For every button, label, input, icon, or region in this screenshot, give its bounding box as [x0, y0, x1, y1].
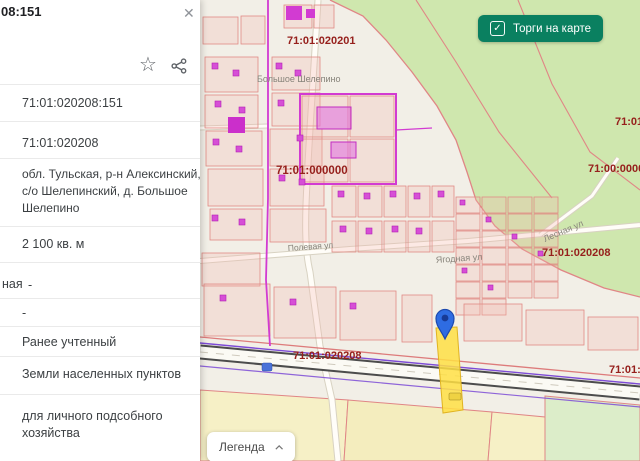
legend-button-label: Легенда: [219, 440, 265, 454]
quarter-label: 71:01:02: [609, 364, 640, 376]
divider: [0, 298, 200, 299]
favorite-star-icon[interactable]: ☆: [139, 52, 157, 77]
value-dash: -: [28, 278, 33, 292]
torgi-button-label: Торги на карте: [513, 22, 592, 35]
divider: [0, 158, 200, 159]
chevron-up-icon: [275, 444, 283, 450]
checkbox-check-icon: ✓: [490, 21, 505, 36]
permitted-use-line: для личного подсобного: [22, 409, 163, 423]
divider: [0, 84, 200, 85]
quarter-label: 71:01:020208: [293, 350, 362, 362]
legend-button[interactable]: Легенда: [207, 432, 295, 461]
quarter-label: 71:01:02: [615, 116, 640, 128]
label-fragment: ная: [2, 277, 23, 291]
quarter-label: 71:01:020201: [287, 35, 356, 47]
panel-title-fragment: 08:151: [1, 4, 42, 19]
address-value: обл. Тульская, р-н Алексинский, с/о Шеле…: [22, 166, 201, 217]
map-container[interactable]: 71:01:020201 Большое Шелепино 71:01:0000…: [200, 0, 640, 461]
land-category-value: Земли населенных пунктов: [22, 367, 181, 381]
share-icon[interactable]: [170, 57, 188, 80]
cadastral-number-value: 71:01:020208:151: [22, 96, 123, 110]
cadastral-quarter-value: 71:01:020208: [22, 136, 99, 150]
permitted-use-line: хозяйства: [22, 426, 80, 440]
divider: [0, 262, 200, 263]
info-panel: 08:151 ✕ ☆ 71:01:020208:151 71:01:020208…: [0, 0, 201, 461]
area-value: 2 100 кв. м: [22, 237, 85, 251]
quarter-label: 71:01:020208: [542, 247, 611, 259]
divider: [0, 394, 200, 395]
torgi-toggle-button[interactable]: ✓ Торги на карте: [478, 15, 604, 42]
road-shield-blue: [261, 362, 273, 372]
road-shield-yellow: [448, 392, 462, 401]
permitted-use-value: для личного подсобного хозяйства: [22, 408, 190, 442]
divider: [0, 326, 200, 327]
quarter-label: 71:01:000000: [276, 165, 348, 177]
divider: [0, 356, 200, 357]
status-value: Ранее учтенный: [22, 335, 117, 349]
value-dash: -: [22, 306, 27, 320]
divider: [0, 226, 200, 227]
address-line: Шелепино: [22, 201, 80, 215]
close-icon[interactable]: ✕: [181, 3, 197, 24]
place-label: Большое Шелепино: [257, 74, 340, 84]
divider: [0, 121, 200, 122]
address-line: с/о Шелепинский, д. Большое: [22, 184, 188, 198]
quarter-label: 71:00:000000: [588, 163, 640, 175]
map-canvas[interactable]: 71:01:020201 Большое Шелепино 71:01:0000…: [200, 0, 640, 461]
address-line: обл. Тульская, р-н Алексинский,: [22, 167, 201, 181]
